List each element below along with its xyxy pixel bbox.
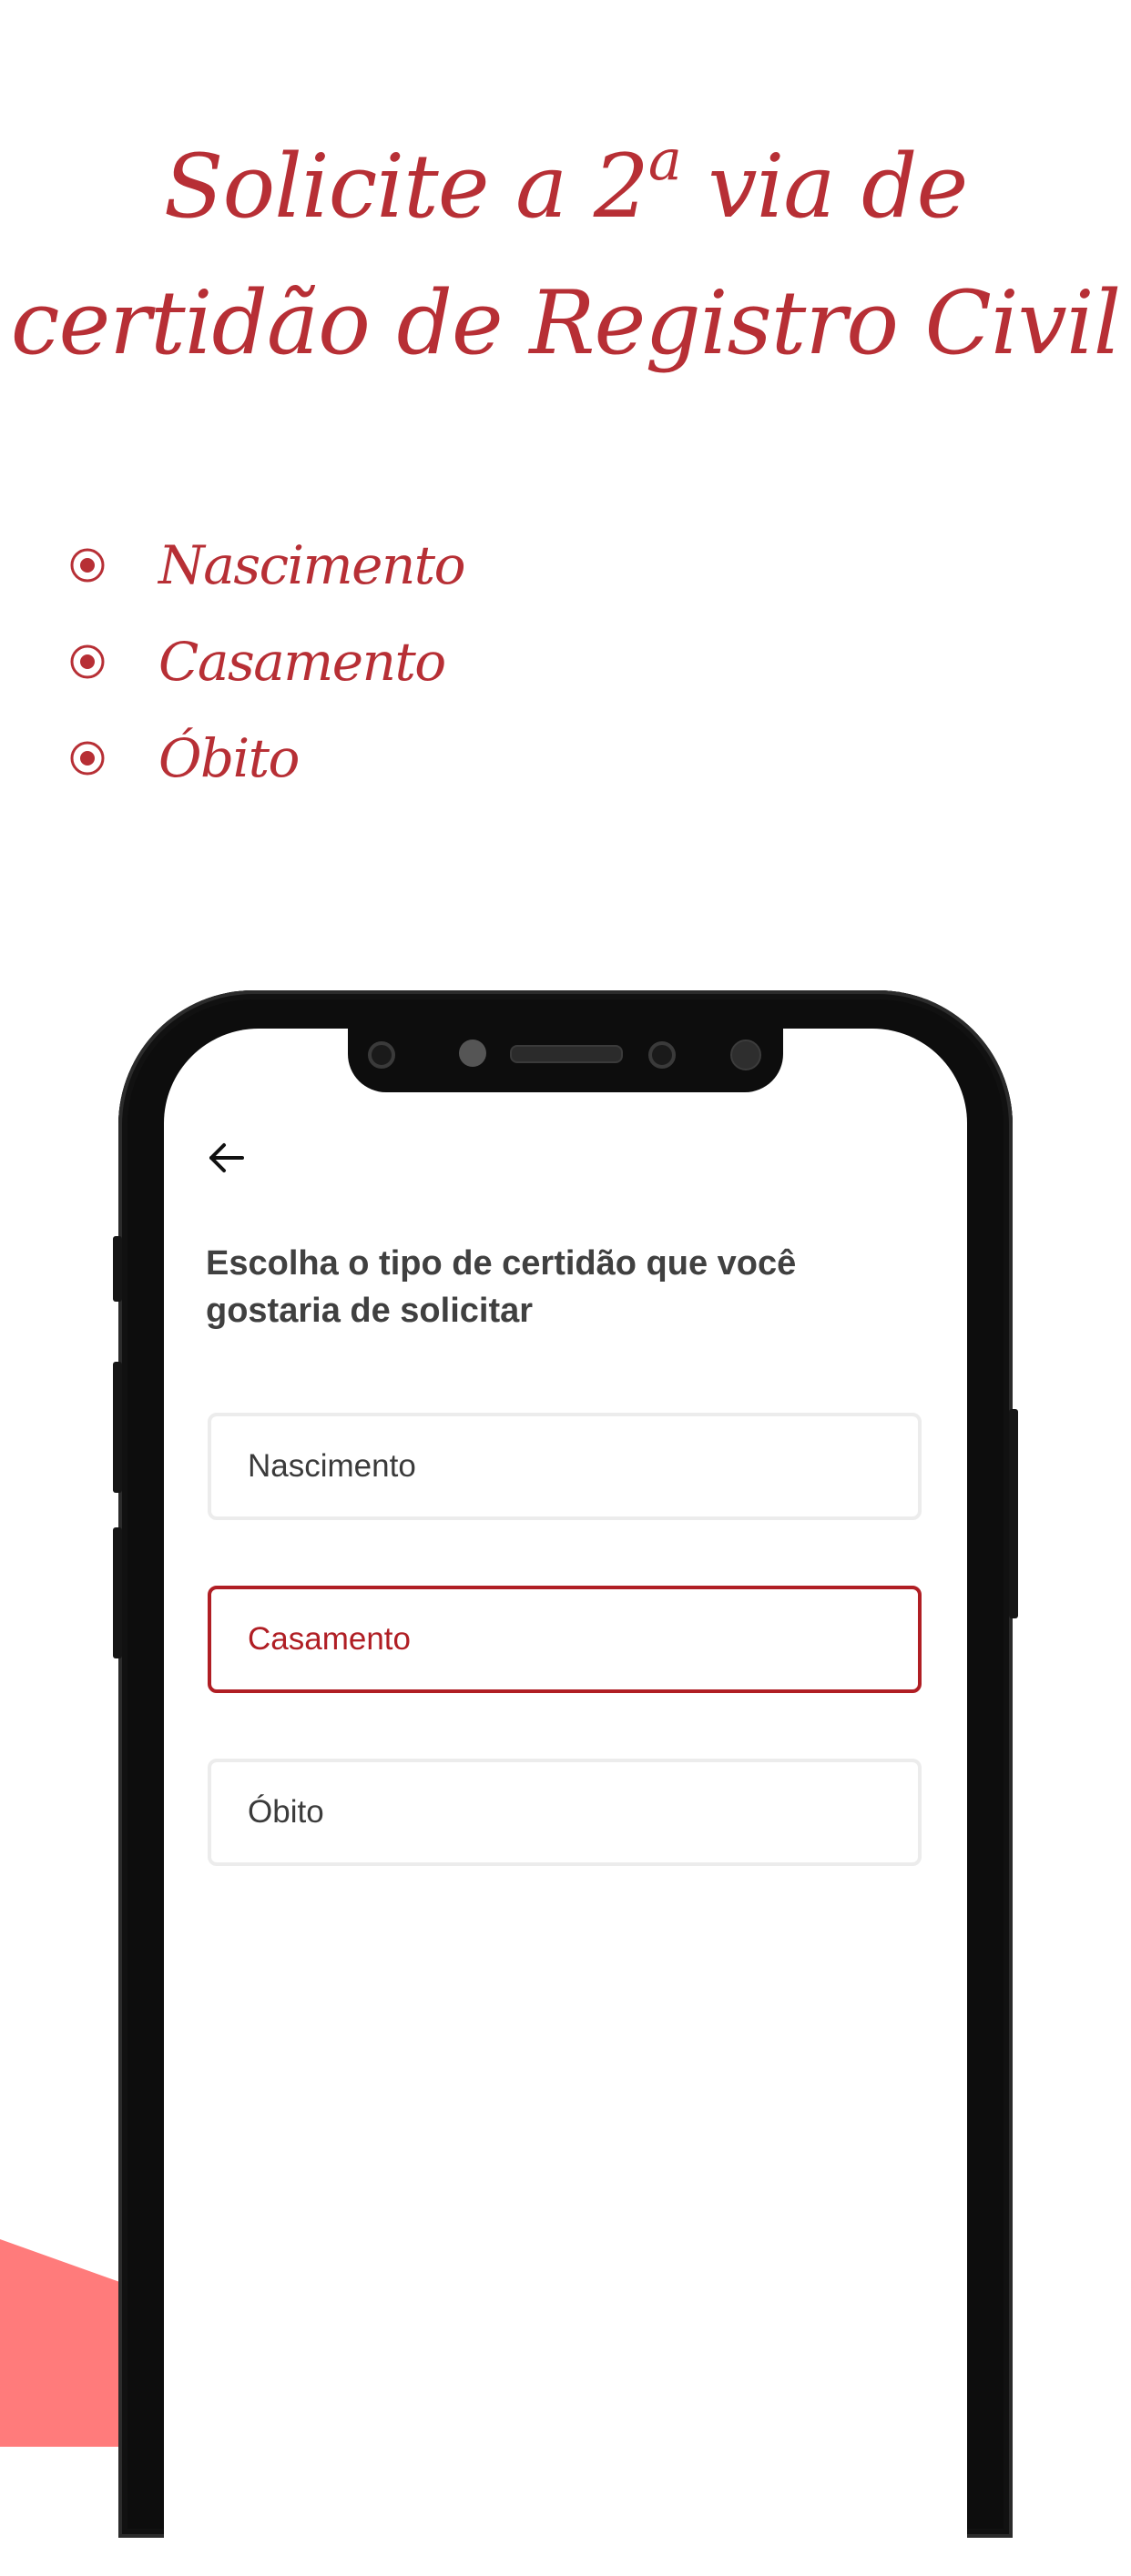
headline-superscript: a [647,127,682,193]
headline-line-1: Solicite a 2a via de [0,118,1131,255]
headline-line-2: certidão de Registro Civil [10,272,1122,374]
option-obito[interactable]: Óbito [208,1759,922,1866]
radio-dot-icon [70,548,105,583]
phone-side-button [113,1236,122,1302]
option-casamento[interactable]: Casamento [208,1586,922,1693]
page-question: Escolha o tipo de certidão que você gost… [206,1244,797,1330]
feature-label: Óbito [158,727,300,789]
radio-dot-icon [70,741,105,776]
option-label: Óbito [248,1794,324,1830]
phone-side-button [113,1527,122,1658]
phone-mockup: Escolha o tipo de certidão que você gost… [113,990,1018,2576]
back-button[interactable] [197,1129,255,1187]
option-nascimento[interactable]: Nascimento [208,1413,922,1520]
option-label: Nascimento [248,1448,416,1484]
phone-notch [348,1029,783,1092]
arrow-left-icon [209,1143,244,1172]
feature-label: Casamento [158,631,446,693]
headline-line-1-tail: via de [680,136,968,238]
feature-list: Nascimento Casamento Óbito [69,517,466,806]
radio-dot-icon [70,644,105,679]
sensor-icon [459,1040,486,1067]
front-camera-icon [730,1040,761,1070]
phone-screen: Escolha o tipo de certidão que você gost… [164,1029,967,2576]
phone-side-button [113,1362,122,1493]
feature-item-obito: Óbito [69,710,464,806]
option-label: Casamento [248,1621,411,1657]
sensor-icon [648,1041,676,1069]
headline: Solicite a 2a via de certidão de Registr… [0,118,1131,391]
speaker-grille [510,1045,623,1063]
sensor-icon [368,1041,395,1069]
headline-line-1-text: Solicite a 2 [163,136,649,238]
feature-item-casamento: Casamento [69,614,464,710]
phone-side-button [1009,1409,1018,1618]
feature-label: Nascimento [158,534,466,596]
feature-item-nascimento: Nascimento [69,517,466,614]
